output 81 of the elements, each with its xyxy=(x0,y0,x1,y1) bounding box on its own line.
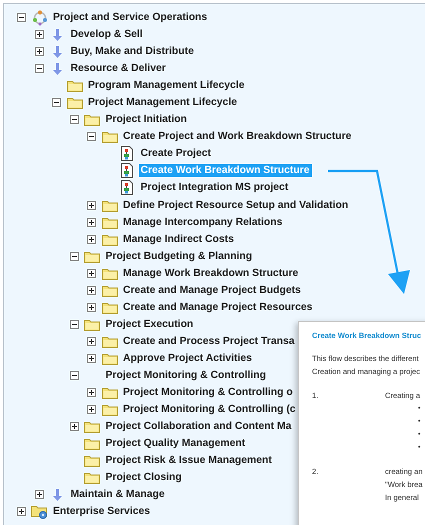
tree-item[interactable]: Project Execution xyxy=(104,318,196,331)
tree-item[interactable]: Enterprise Services xyxy=(51,505,152,518)
tree-item[interactable]: Project Initiation xyxy=(104,113,189,126)
collapse-toggle[interactable] xyxy=(70,371,78,380)
down-arrow-icon xyxy=(52,488,62,501)
collapse-toggle[interactable] xyxy=(17,13,26,22)
tree-item[interactable]: Maintain & Manage xyxy=(68,488,167,502)
down-arrow-icon xyxy=(52,46,62,58)
collapse-toggle[interactable] xyxy=(70,252,78,261)
folder-icon xyxy=(84,250,100,263)
tree-item[interactable]: Project Management Lifecycle xyxy=(86,96,239,110)
tree-item[interactable]: Program Management Lifecycle xyxy=(86,79,246,92)
folder-icon xyxy=(102,284,118,297)
tree-item[interactable]: Project Monitoring & Controlling o xyxy=(121,386,295,400)
folder-icon xyxy=(66,96,82,110)
folder-icon xyxy=(102,266,118,280)
down-arrow-icon xyxy=(52,62,62,75)
expand-toggle[interactable] xyxy=(87,405,96,414)
tree-item[interactable]: Create and Manage Project Budgets xyxy=(121,284,303,297)
expand-toggle[interactable] xyxy=(87,200,96,210)
folder-gear-icon xyxy=(31,504,48,520)
tree-item[interactable]: Manage Intercompany Relations xyxy=(121,216,284,229)
collapse-toggle[interactable] xyxy=(70,115,78,124)
tree-item[interactable]: Create and Manage Project Resources xyxy=(121,300,314,314)
tree-item[interactable]: Resource & Deliver xyxy=(68,62,168,76)
folder-icon xyxy=(84,318,100,331)
tree-item[interactable]: Approve Project Activities xyxy=(121,352,254,365)
expand-toggle[interactable] xyxy=(87,354,96,363)
folder-icon xyxy=(66,79,82,92)
expand-toggle[interactable] xyxy=(34,490,44,500)
expand-toggle[interactable] xyxy=(87,388,96,398)
tree-item[interactable]: Create Project xyxy=(138,147,213,160)
folder-icon xyxy=(84,113,100,126)
tree-item[interactable]: Project Monitoring & Controlling (c xyxy=(121,403,298,416)
collapse-toggle[interactable] xyxy=(70,320,78,329)
folder-icon xyxy=(102,300,118,314)
folder-icon xyxy=(102,232,118,246)
document-icon xyxy=(121,180,133,196)
down-arrow-icon xyxy=(52,28,62,41)
folder-icon xyxy=(84,454,100,468)
folder-icon xyxy=(102,216,118,229)
collapse-toggle[interactable] xyxy=(52,98,61,108)
folder-icon xyxy=(102,386,118,400)
tree-item[interactable]: Manage Work Breakdown Structure xyxy=(121,266,300,280)
tree-item[interactable]: Create Project and Work Breakdown Structure xyxy=(121,130,354,144)
tree-item[interactable]: Define Project Resource Setup and Validation xyxy=(121,198,350,212)
tree-item[interactable]: Manage Indirect Costs xyxy=(121,232,236,246)
tree-item[interactable]: Develop & Sell xyxy=(68,28,145,42)
tree-item[interactable]: Project Budgeting & Planning xyxy=(104,250,254,263)
folder-icon xyxy=(102,403,118,416)
expand-toggle[interactable] xyxy=(34,30,44,40)
folder-icon xyxy=(84,437,100,450)
document-icon xyxy=(121,146,133,162)
expand-toggle[interactable] xyxy=(87,218,96,227)
folder-icon xyxy=(102,334,118,348)
expand-toggle[interactable] xyxy=(34,47,44,56)
folder-icon xyxy=(102,352,118,365)
tree-item[interactable]: Project Risk & Issue Management xyxy=(104,454,274,468)
tree-item[interactable]: Project Integration MS project xyxy=(138,181,290,194)
expand-toggle[interactable] xyxy=(70,422,78,432)
tree-item[interactable]: Project Monitoring & Controlling xyxy=(104,369,268,382)
expand-toggle[interactable] xyxy=(17,507,26,516)
expand-toggle[interactable] xyxy=(87,268,96,278)
folder-icon xyxy=(102,198,118,212)
tree-item[interactable]: Project and Service Operations xyxy=(51,11,210,24)
tree-item[interactable]: Project Quality Management xyxy=(104,437,248,450)
collapse-toggle[interactable] xyxy=(34,64,44,74)
tree-item[interactable]: Project Collaboration and Content Ma xyxy=(104,420,294,434)
expand-toggle[interactable] xyxy=(87,302,96,312)
expand-toggle[interactable] xyxy=(87,234,96,244)
folder-icon xyxy=(102,130,118,144)
collapse-toggle[interactable] xyxy=(87,132,96,142)
expand-toggle[interactable] xyxy=(87,286,96,295)
tree-item[interactable]: Buy, Make and Distribute xyxy=(68,45,196,58)
tree-item[interactable]: Project Closing xyxy=(104,471,184,484)
tree-item[interactable]: Create and Process Project Transa xyxy=(121,334,297,348)
folder-icon xyxy=(84,471,100,484)
cycle-icon xyxy=(32,10,48,26)
document-icon xyxy=(121,163,133,178)
folder-icon xyxy=(84,420,100,434)
expand-toggle[interactable] xyxy=(87,336,96,346)
